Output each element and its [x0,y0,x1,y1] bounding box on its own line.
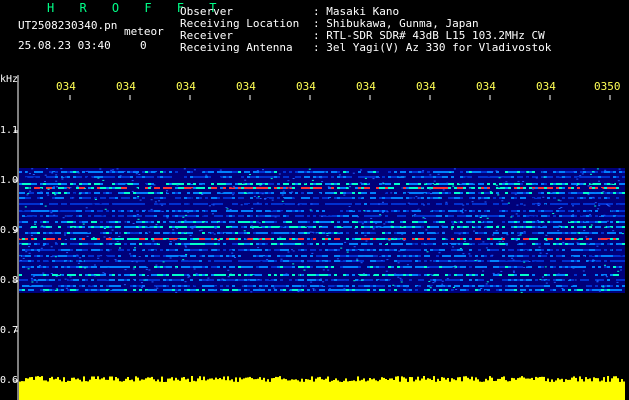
time-tick-label: 034 [56,80,76,93]
info-value-antenna: : 3el Yagi(V) Az 330 for Vladivostok [313,41,552,54]
waterfall-plot [0,0,629,400]
meteor-count: 0 [140,39,147,52]
time-tick-label: 034 [296,80,316,93]
info-value-location: : Shibukawa, Gunma, Japan [313,17,479,30]
y-tick-label: 0.6 [0,375,19,386]
y-tick-label: 0.7 [0,325,19,336]
info-value-observer: : Masaki Kano [313,5,400,18]
y-axis-unit: kHz [0,74,19,85]
info-value-receiver: : RTL-SDR SDR# 43dB L15 103.2MHz CW [313,29,545,42]
time-tick-label: 034 [416,80,436,93]
time-tick-label: 0350 [594,80,621,93]
waterfall-spectrogram [19,168,625,293]
time-tick-label: 034 [116,80,136,93]
info-label-observer: Observer [180,5,233,18]
timestamp: 25.08.23 03:40 [18,39,111,52]
y-tick-label: 1.1 [0,125,19,136]
y-tick-label: 0.8 [0,275,19,286]
info-label-antenna: Receiving Antenna [180,41,293,54]
time-tick-label: 034 [176,80,196,93]
file-name: UT2508230340.pn [18,19,118,32]
info-label-location: Receiving Location [180,17,300,30]
time-tick-label: 034 [476,80,496,93]
y-tick-label: 0.9 [0,225,19,236]
time-tick-label: 034 [356,80,376,93]
time-tick-label: 034 [236,80,256,93]
time-tick-label: 034 [536,80,556,93]
y-tick-label: 1.0 [0,175,19,186]
meteor-label: meteor [124,25,164,38]
info-label-receiver: Receiver [180,29,233,42]
